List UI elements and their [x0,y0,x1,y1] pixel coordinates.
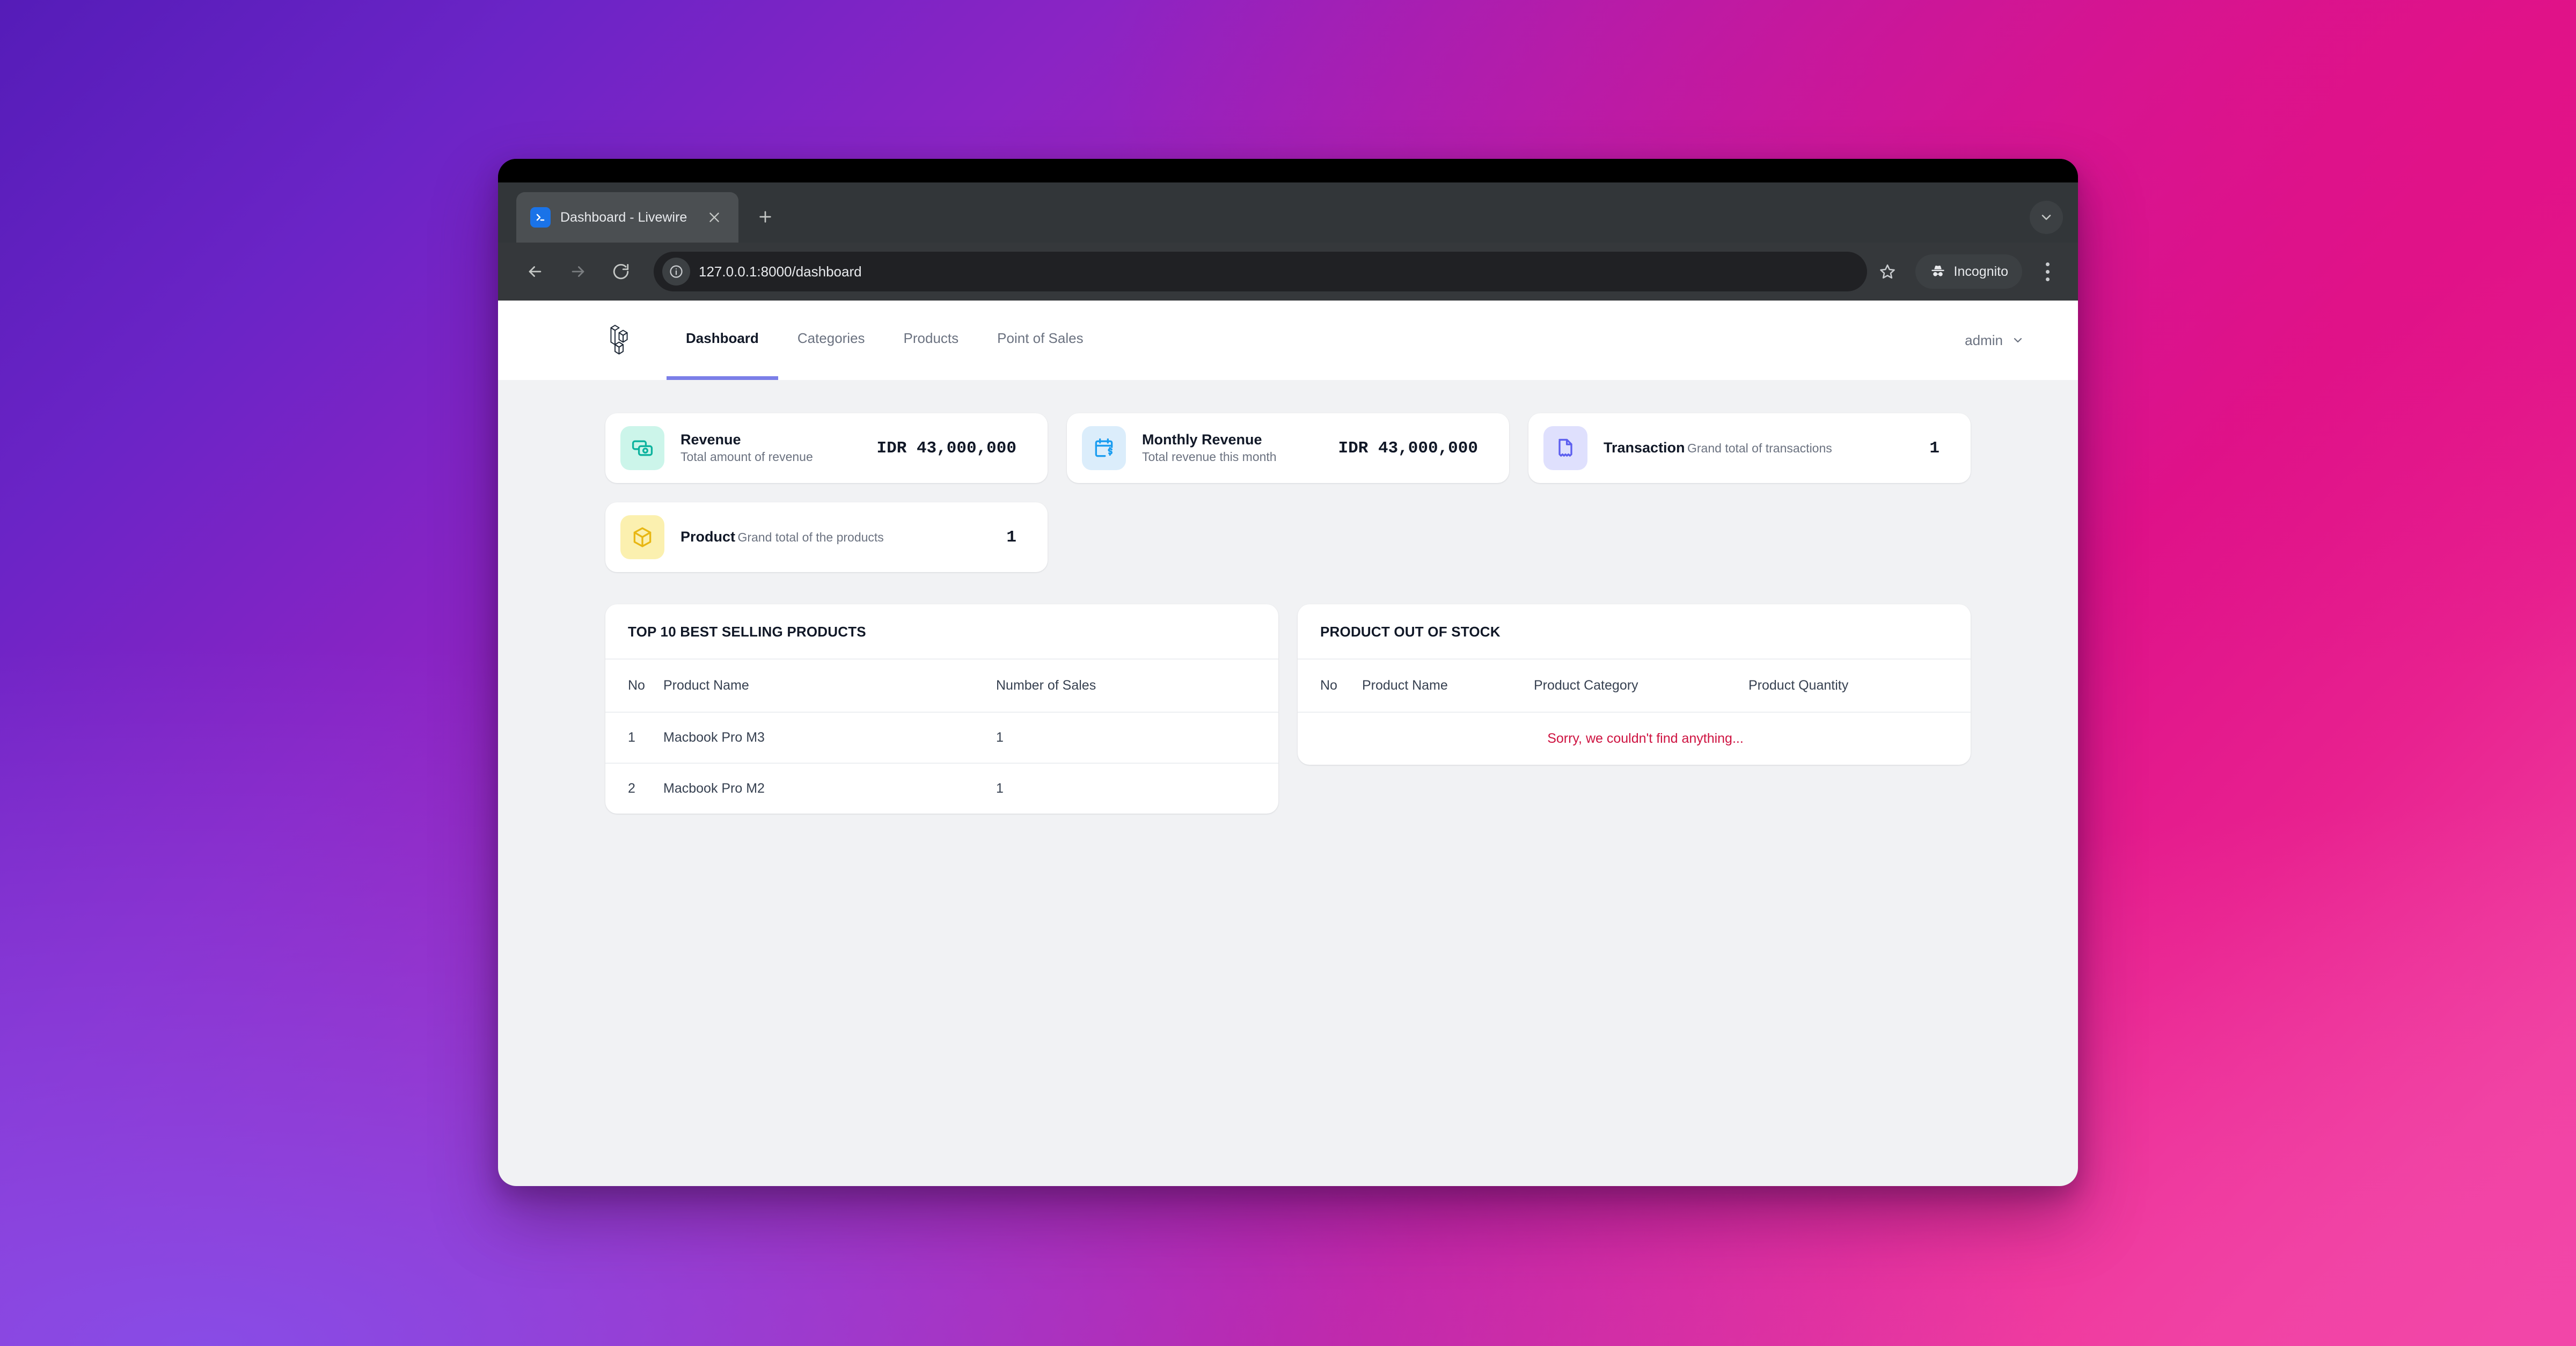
stat-subtitle: Grand total of the products [737,530,884,545]
close-icon[interactable] [704,207,724,228]
tab-strip-right-controls [2030,201,2063,234]
stat-card-grid: Revenue Total amount of revenue IDR 43,0… [605,413,1971,572]
stat-subtitle: Grand total of transactions [1687,441,1832,456]
incognito-label: Incognito [1953,264,2008,279]
stat-card-monthly-revenue[interactable]: Monthly Revenue Total revenue this month… [1067,413,1509,483]
chevron-down-icon [2011,334,2024,347]
panel-best-selling-products: TOP 10 BEST SELLING PRODUCTS No Product … [605,604,1278,814]
stat-value: 1 [1929,438,1940,458]
nav-item-dashboard[interactable]: Dashboard [667,301,778,380]
column-header-number-of-sales: Number of Sales [996,660,1278,713]
stat-title: Transaction [1604,440,1685,456]
browser-toolbar: 127.0.0.1:8000/dashboard Incognito [498,243,2078,301]
navbar-links: Dashboard Categories Products Point of S… [667,301,1103,380]
panel-grid: TOP 10 BEST SELLING PRODUCTS No Product … [605,604,1971,814]
panel-title: PRODUCT OUT OF STOCK [1298,604,1971,660]
terminal-prompt-icon [530,207,551,228]
cube-icon [620,515,664,559]
page-viewport: Dashboard Categories Products Point of S… [498,301,2078,1186]
stat-title: Monthly Revenue [1142,431,1262,448]
stat-value: 1 [1006,528,1016,547]
dashboard-content: Revenue Total amount of revenue IDR 43,0… [498,380,2078,1186]
back-arrow-icon[interactable] [516,253,554,290]
cell-product-name: Macbook Pro M3 [663,712,996,764]
bookmark-star-icon[interactable] [1872,257,1902,287]
cell-no: 1 [605,712,663,764]
user-menu[interactable]: admin [1965,301,2024,380]
column-header-product-name: Product Name [663,660,996,713]
stat-subtitle: Total revenue this month [1142,449,1277,464]
incognito-hat-icon [1929,263,1946,280]
banknotes-icon [620,426,664,470]
url-text: 127.0.0.1:8000/dashboard [699,263,862,280]
out-of-stock-table: No Product Name Product Category Product… [1298,660,1971,765]
nav-item-point-of-sales[interactable]: Point of Sales [978,301,1102,380]
navbar-left: Dashboard Categories Products Point of S… [605,301,1103,380]
stat-text-block: Revenue Total amount of revenue [680,431,864,465]
app-navbar: Dashboard Categories Products Point of S… [498,301,2078,380]
receipt-icon [1543,426,1587,470]
stat-card-transaction[interactable]: Transaction Grand total of transactions … [1528,413,1971,483]
browser-window: Dashboard - Livewire 127.0.0.1:8000/dash… [498,159,2078,1186]
stat-value: IDR 43,000,000 [876,438,1016,458]
stat-text-block: Monthly Revenue Total revenue this month [1142,431,1326,465]
column-header-product-category: Product Category [1534,660,1748,713]
stat-text-block: Product Grand total of the products [680,528,993,546]
table-row: 2 Macbook Pro M2 1 [605,763,1278,814]
new-tab-button[interactable] [750,202,780,232]
stat-card-revenue[interactable]: Revenue Total amount of revenue IDR 43,0… [605,413,1048,483]
incognito-indicator[interactable]: Incognito [1915,254,2022,289]
laravel-logo[interactable] [605,301,667,380]
window-title-bar [498,159,2078,182]
forward-arrow-icon [559,253,597,290]
best-selling-table: No Product Name Number of Sales 1 Macboo… [605,660,1278,814]
address-bar[interactable]: 127.0.0.1:8000/dashboard [654,252,1867,291]
reload-icon[interactable] [602,253,640,290]
empty-state-row: Sorry, we couldn't find anything... [1298,712,1971,765]
site-info-icon[interactable] [662,258,690,286]
table-row: 1 Macbook Pro M3 1 [605,712,1278,764]
table-header-row: No Product Name Product Category Product… [1298,660,1971,713]
browser-tab[interactable]: Dashboard - Livewire [516,192,738,243]
panel-product-out-of-stock: PRODUCT OUT OF STOCK No Product Name Pro… [1298,604,1971,765]
kebab-menu-icon[interactable] [2032,254,2063,289]
chevron-down-icon[interactable] [2030,201,2063,234]
calendar-dollar-icon [1082,426,1126,470]
table-header-row: No Product Name Number of Sales [605,660,1278,713]
cell-number-of-sales: 1 [996,781,1004,796]
tab-strip: Dashboard - Livewire [498,182,2078,243]
nav-item-categories[interactable]: Categories [778,301,884,380]
stat-card-product[interactable]: Product Grand total of the products 1 [605,502,1048,572]
tab-title: Dashboard - Livewire [560,209,687,225]
column-header-product-quantity: Product Quantity [1748,660,1971,713]
stat-value: IDR 43,000,000 [1338,438,1478,458]
stat-text-block: Transaction Grand total of transactions [1604,439,1916,457]
cell-number-of-sales: 1 [996,712,1278,764]
stat-title: Product [680,529,736,545]
stat-subtitle: Total amount of revenue [680,449,813,464]
panel-title: TOP 10 BEST SELLING PRODUCTS [605,604,1278,660]
column-header-no: No [605,660,663,713]
nav-item-products[interactable]: Products [884,301,978,380]
cell-product-name: Macbook Pro M2 [663,781,765,796]
column-header-product-name: Product Name [1362,660,1534,713]
stat-title: Revenue [680,431,741,448]
empty-state-message: Sorry, we couldn't find anything... [1547,731,1744,746]
column-header-no: No [1298,660,1362,713]
cell-no: 2 [628,781,635,796]
user-name-label: admin [1965,332,2003,348]
